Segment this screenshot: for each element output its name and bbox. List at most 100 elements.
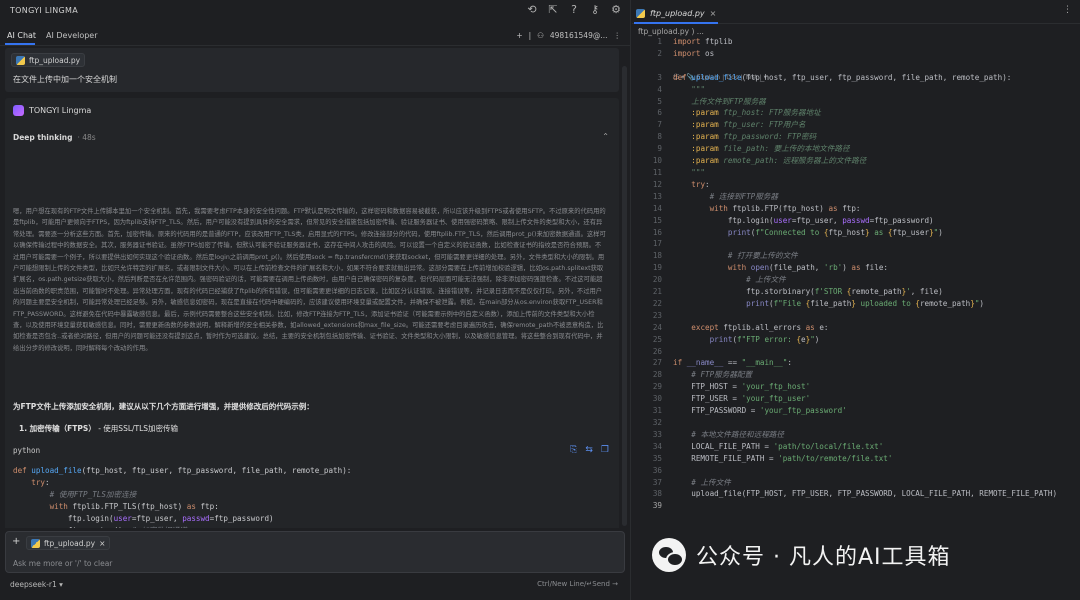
deep-thinking-header[interactable]: Deep thinking · 48s bbox=[13, 133, 96, 142]
code-editor: ftp_upload.py × ⋮ ftp_upload.py ) ... 12… bbox=[632, 0, 1080, 600]
lingma-logo-icon bbox=[13, 105, 24, 116]
line-number: 29 bbox=[652, 382, 662, 392]
help-icon[interactable]: ? bbox=[568, 4, 580, 16]
line-number: 36 bbox=[652, 465, 662, 475]
line-number: 14 bbox=[652, 203, 662, 213]
line-number: 6 bbox=[657, 108, 662, 118]
editor-scrollbar[interactable] bbox=[1074, 28, 1080, 498]
code-line: def bbox=[13, 466, 32, 475]
answer-intro: 为FTP文件上传添加安全机制，建议从以下几个方面进行增强，并提供修改后的代码示例… bbox=[13, 402, 314, 411]
history-icon[interactable]: ⟲ bbox=[526, 4, 538, 16]
close-icon[interactable]: × bbox=[710, 9, 717, 18]
active-tab-indicator bbox=[5, 43, 35, 45]
chat-input-box[interactable]: + ftp_upload.py × Ask me more or '/' to … bbox=[5, 531, 625, 573]
watermark: 公众号 · 凡人的AI工具箱 bbox=[652, 538, 951, 572]
line-number: 39 bbox=[652, 501, 662, 511]
answer-heading-rest: - 使用SSL/TLS加密传输 bbox=[95, 424, 179, 433]
close-icon[interactable]: × bbox=[99, 539, 105, 548]
panel-toolbar: ⟲ ⇱ ? ⚷ ⚙ bbox=[526, 4, 622, 16]
line-number: 21 bbox=[652, 287, 662, 297]
chat-scrollbar[interactable] bbox=[622, 66, 627, 526]
diff-icon[interactable]: ⇆ bbox=[585, 445, 593, 455]
thinking-text: 嗯，用户想在现有的FTP文件上传脚本里加一个安全机制。首先，我需要考虑FTP本身… bbox=[13, 208, 606, 352]
python-file-icon bbox=[636, 8, 645, 18]
line-number: 31 bbox=[652, 406, 662, 416]
watermark-text: 公众号 · 凡人的AI工具箱 bbox=[696, 545, 951, 570]
chat-input-placeholder[interactable]: Ask me more or '/' to clear bbox=[13, 559, 112, 568]
plus-icon[interactable]: + bbox=[516, 31, 522, 40]
line-number: 15 bbox=[652, 215, 662, 225]
context-file-name: ftp_upload.py bbox=[44, 538, 96, 548]
source-code[interactable]: import ftplib import os def upload_file(… bbox=[673, 36, 1057, 500]
chat-scroll-area[interactable]: ftp_upload.py 在文件上传中加一个安全机制 TONGYI Lingm… bbox=[5, 48, 619, 528]
line-number: 2 bbox=[657, 48, 662, 58]
answer-heading-bold: 1. 加密传输（FTPS） bbox=[19, 424, 96, 433]
line-number: 11 bbox=[652, 167, 662, 177]
line-number: 4 bbox=[657, 84, 662, 94]
line-number: 1 bbox=[657, 37, 662, 46]
code-actions: ⎘ ⇆ ❐ bbox=[570, 445, 609, 455]
breadcrumb[interactable]: ftp_upload.py ) ... bbox=[638, 27, 704, 36]
line-number: 8 bbox=[657, 132, 662, 142]
assistant-message: TONGYI Lingma Deep thinking · 48s ⌃ 嗯，用户想… bbox=[5, 98, 619, 528]
active-tab-indicator bbox=[634, 22, 718, 24]
line-number: 19 bbox=[652, 263, 662, 273]
context-file-chip[interactable]: ftp_upload.py × bbox=[26, 536, 111, 550]
more-icon[interactable]: ⋮ bbox=[1063, 5, 1072, 15]
add-context-button[interactable]: + bbox=[12, 536, 20, 547]
deep-thinking-label: Deep thinking bbox=[13, 133, 73, 142]
tab-ai-developer[interactable]: AI Developer bbox=[46, 31, 98, 40]
settings-icon[interactable]: ⚙ bbox=[610, 4, 622, 16]
account-name: 498161549@... bbox=[549, 31, 608, 40]
line-number: 38 bbox=[652, 489, 662, 499]
python-file-icon bbox=[16, 55, 25, 65]
code-block: def upload_file(ftp_host, ftp_user, ftp_… bbox=[13, 466, 352, 528]
user-message-text: 在文件上传中加一个安全机制 bbox=[13, 75, 117, 84]
account-area[interactable]: + | ⚇ 498161549@... ⋮ bbox=[516, 31, 621, 40]
model-selector[interactable]: deepseek-r1 ▾ bbox=[10, 580, 63, 589]
line-number: 9 bbox=[657, 144, 662, 154]
line-number: 17 bbox=[652, 239, 662, 249]
chat-tabs: AI Chat AI Developer + | ⚇ 498161549@...… bbox=[0, 26, 631, 46]
attached-file-name: ftp_upload.py bbox=[29, 55, 81, 65]
attached-file-chip[interactable]: ftp_upload.py bbox=[11, 53, 86, 67]
line-number: 37 bbox=[652, 477, 662, 487]
line-number: 7 bbox=[657, 120, 662, 130]
tab-ai-chat[interactable]: AI Chat bbox=[7, 31, 36, 40]
user-message: ftp_upload.py 在文件上传中加一个安全机制 bbox=[5, 48, 619, 92]
line-number: 24 bbox=[652, 322, 662, 332]
chevron-up-icon[interactable]: ⌃ bbox=[602, 132, 609, 141]
editor-tabs: ftp_upload.py × ⋮ bbox=[632, 0, 1080, 24]
line-number: 10 bbox=[652, 156, 662, 166]
insert-code-icon[interactable]: ⎘ bbox=[570, 445, 577, 455]
python-file-icon bbox=[31, 538, 40, 548]
line-number: 12 bbox=[652, 179, 662, 189]
send-hint[interactable]: Ctrl/New Line/↵Send → bbox=[537, 580, 618, 588]
line-number: 3 bbox=[657, 72, 662, 82]
line-number: 22 bbox=[652, 298, 662, 308]
copy-icon[interactable]: ❐ bbox=[601, 445, 609, 455]
line-number: 23 bbox=[652, 310, 662, 320]
key-icon[interactable]: ⚷ bbox=[589, 4, 601, 16]
line-number: 30 bbox=[652, 394, 662, 404]
assistant-name: TONGYI Lingma bbox=[29, 106, 92, 115]
more-icon[interactable]: ⋮ bbox=[614, 31, 622, 40]
line-number: 5 bbox=[657, 96, 662, 106]
line-number bbox=[632, 60, 662, 72]
line-number: 33 bbox=[652, 429, 662, 439]
line-number: 34 bbox=[652, 441, 662, 451]
line-number: 20 bbox=[652, 275, 662, 285]
assistant-header: TONGYI Lingma bbox=[13, 105, 91, 116]
line-number: 27 bbox=[652, 358, 662, 368]
line-number: 26 bbox=[652, 346, 662, 356]
line-number: 16 bbox=[652, 227, 662, 237]
user-icon: ⚇ bbox=[537, 31, 544, 40]
answer-heading: 1. 加密传输（FTPS） - 使用SSL/TLS加密传输 bbox=[19, 423, 178, 434]
line-number: 32 bbox=[652, 418, 662, 427]
editor-tab-ftp-upload[interactable]: ftp_upload.py × bbox=[636, 4, 716, 22]
code-language: python bbox=[13, 446, 41, 455]
wechat-icon bbox=[652, 538, 686, 572]
line-numbers: 12 3 4 5 6 7 8 9 10 11 12 13 14 15 16 17 18 19 20 21 22 23 24… bbox=[632, 36, 662, 512]
deep-thinking-time: · 48s bbox=[77, 133, 96, 142]
export-icon[interactable]: ⇱ bbox=[547, 4, 559, 16]
